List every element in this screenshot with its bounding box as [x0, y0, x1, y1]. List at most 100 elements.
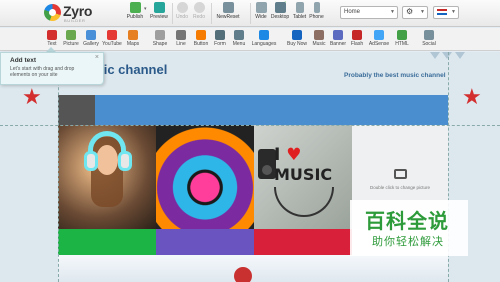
view-tablet-button[interactable]: Tablet: [291, 1, 308, 26]
tooltip-title: Add text: [10, 57, 36, 64]
element-label: Form: [214, 41, 226, 47]
element-label: Flash: [350, 41, 364, 47]
undo-button[interactable]: Undo: [175, 1, 189, 26]
footer-section[interactable]: [58, 255, 448, 282]
page-select[interactable]: Home ▼: [340, 6, 398, 19]
color-strip-purple[interactable]: [156, 229, 254, 255]
desktop-monitor-icon: [274, 2, 286, 13]
youtube-icon: [107, 30, 117, 40]
footer-emblem-icon: [234, 267, 252, 282]
picture-icon: [66, 30, 76, 40]
undo-icon: [176, 2, 188, 13]
i-text: I: [274, 145, 281, 165]
tablet-icon: [295, 2, 304, 13]
guide-line: [58, 52, 59, 282]
publish-dropdown-icon[interactable]: ▾: [144, 6, 147, 12]
view-wide-button[interactable]: Wide: [253, 1, 269, 26]
element-menu-button[interactable]: Menu: [227, 29, 251, 50]
flash-icon: [352, 30, 362, 40]
earphone-cable: [274, 187, 334, 217]
placeholder-caption: Double click to change picture: [369, 185, 431, 190]
paypal-icon: [292, 30, 302, 40]
zyro-logo: Zyro BUILDER: [44, 3, 124, 25]
top-toolbar: Zyro BUILDER Publish ▾ Preview Undo Redo…: [0, 0, 500, 27]
desktop-label: Desktop: [270, 14, 290, 20]
element-label: Gallery: [83, 41, 99, 47]
chevron-down-icon: ▼: [390, 9, 395, 15]
element-label: YouTube: [102, 41, 122, 47]
flag-icon: [437, 9, 447, 15]
html-code-icon: [397, 30, 407, 40]
element-languages-button[interactable]: Languages: [250, 29, 278, 50]
site-subtitle[interactable]: Probably the best music channel: [344, 72, 446, 79]
adsense-icon: [374, 30, 384, 40]
settings-menu-button[interactable]: ⚙ ▼: [402, 6, 428, 19]
element-label: Music: [312, 41, 326, 47]
banner-icon: [333, 30, 343, 40]
add-text-tooltip: Add text Let's start with drag and drop …: [0, 52, 104, 85]
social-icon: [424, 30, 434, 40]
headphones-woman-image[interactable]: [58, 125, 156, 229]
preview-icon: [153, 2, 165, 13]
language-select[interactable]: ▼: [433, 6, 459, 19]
tooltip-body: Let's start with drag and drop elements …: [10, 66, 75, 78]
redo-icon: [193, 2, 205, 13]
chevron-down-icon: ▼: [420, 9, 425, 15]
text-icon: [47, 30, 57, 40]
shape-icon: [155, 30, 165, 40]
music-text: MUSIC: [274, 165, 333, 184]
preview-button[interactable]: Preview: [149, 1, 169, 26]
turntable-image[interactable]: [156, 125, 254, 229]
redo-label: Redo: [193, 14, 205, 20]
navigation-bar[interactable]: [58, 95, 448, 125]
view-phone-button[interactable]: Phone: [308, 1, 325, 26]
element-label: Button: [193, 41, 209, 47]
star-icon: ★: [462, 84, 482, 109]
form-icon: [215, 30, 225, 40]
tablet-label: Tablet: [292, 14, 307, 20]
element-label: Line: [176, 41, 186, 47]
menu-icon: [234, 30, 244, 40]
chevron-down-icon: ▼: [451, 9, 456, 15]
button-icon: [196, 30, 206, 40]
phone-label: Phone: [309, 14, 324, 20]
close-icon[interactable]: ×: [95, 54, 99, 61]
watermark-title: 百科全说: [365, 209, 449, 233]
page-select-value: Home: [344, 9, 361, 15]
maps-pin-icon: [128, 30, 138, 40]
element-label: Maps: [126, 41, 140, 47]
watermark: 百科全说 助你轻松解决: [350, 200, 468, 256]
phone-icon: [313, 2, 320, 13]
zyro-logo-icon: [44, 4, 61, 21]
element-html-button[interactable]: HTML: [390, 29, 414, 50]
redo-button[interactable]: Redo: [192, 1, 206, 26]
color-strip-green[interactable]: [58, 229, 156, 255]
i-love-music-image[interactable]: I ♥ MUSIC: [254, 125, 352, 229]
wide-monitor-icon: [255, 2, 267, 13]
publish-label: Publish: [126, 14, 144, 20]
heart-icon: ♥: [286, 145, 302, 165]
elements-toolbar: Text Picture Gallery YouTube Maps Shape …: [0, 28, 500, 51]
element-label: Picture: [63, 41, 79, 47]
newreset-button[interactable]: NewReset: [214, 1, 242, 26]
logo-text: Zyro: [63, 3, 93, 19]
publish-icon: [129, 2, 141, 13]
languages-icon: [259, 30, 269, 40]
element-social-button[interactable]: Social: [417, 29, 441, 50]
element-adsense-button[interactable]: AdSense: [366, 29, 392, 50]
watermark-subtitle: 助你轻松解决: [372, 235, 444, 248]
element-label: AdSense: [368, 41, 390, 47]
star-icon: ★: [22, 84, 42, 109]
element-label: HTML: [395, 41, 409, 47]
color-strip-red[interactable]: [254, 229, 352, 255]
newreset-label: NewReset: [216, 14, 240, 20]
element-label: Shape: [152, 41, 168, 47]
element-label: Social: [422, 41, 436, 47]
line-icon: [176, 30, 186, 40]
preview-label: Preview: [150, 14, 168, 20]
newreset-icon: [222, 2, 234, 13]
gear-icon: ⚙: [406, 7, 414, 16]
view-desktop-button[interactable]: Desktop: [270, 1, 290, 26]
element-maps-button[interactable]: Maps: [121, 29, 145, 50]
publish-button[interactable]: Publish: [124, 1, 146, 26]
